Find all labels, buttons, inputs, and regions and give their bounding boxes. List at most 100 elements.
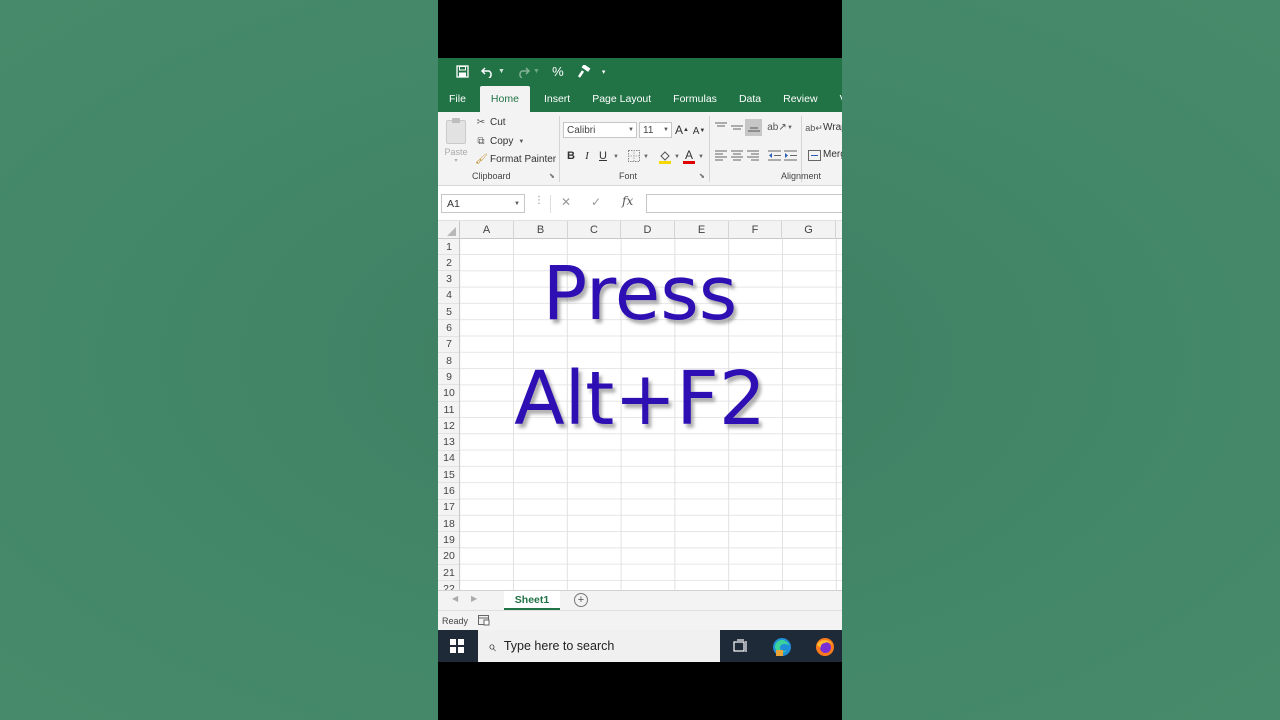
taskbar-search-box[interactable]: ⌕ Type here to search bbox=[478, 630, 720, 662]
status-ready: Ready bbox=[442, 616, 469, 626]
chevron-down-icon[interactable]: ▼ bbox=[612, 149, 620, 165]
undo-dropdown-icon[interactable]: ▼ bbox=[498, 68, 505, 75]
row-header[interactable]: 15 bbox=[438, 467, 459, 484]
chevron-down-icon[interactable]: ▼ bbox=[786, 121, 794, 135]
align-center-icon[interactable] bbox=[730, 148, 744, 162]
dialog-launcher-icon[interactable]: ⬊ bbox=[549, 172, 555, 180]
copy-button[interactable]: ⧉ Copy ▼ bbox=[475, 136, 524, 147]
chevron-down-icon[interactable]: ▼ bbox=[697, 149, 705, 165]
increase-font-size-icon[interactable]: A ▲ bbox=[675, 122, 689, 138]
cut-button[interactable]: ✂ Cut bbox=[475, 117, 506, 128]
format-painter-icon[interactable] bbox=[576, 64, 592, 80]
column-header[interactable]: B bbox=[514, 221, 568, 239]
chevron-down-icon[interactable]: ▼ bbox=[673, 149, 681, 165]
formula-input[interactable] bbox=[646, 194, 842, 213]
copy-label: Copy bbox=[490, 136, 514, 147]
tab-data[interactable]: Data bbox=[728, 86, 772, 112]
phone-frame: ▼ ▼ % ▾ File Home Insert Page Layout For… bbox=[438, 0, 842, 720]
column-header[interactable]: E bbox=[675, 221, 729, 239]
check-icon[interactable]: ✓ bbox=[591, 195, 601, 209]
column-header[interactable]: G bbox=[782, 221, 836, 239]
row-header[interactable]: 14 bbox=[438, 451, 459, 467]
format-painter-button[interactable]: 🖌 Format Painter bbox=[475, 154, 556, 165]
wrap-text-icon[interactable]: ab↵ bbox=[805, 121, 823, 135]
align-middle-icon[interactable] bbox=[730, 120, 744, 134]
accessibility-icon[interactable] bbox=[478, 614, 490, 628]
column-header[interactable]: D bbox=[621, 221, 675, 239]
align-bottom-icon[interactable] bbox=[745, 119, 762, 136]
scroll-right-icon[interactable]: ▶ bbox=[471, 594, 477, 603]
tab-file[interactable]: File bbox=[438, 86, 477, 112]
italic-button[interactable]: I bbox=[580, 148, 594, 164]
ribbon-tabs: File Home Insert Page Layout Formulas Da… bbox=[438, 85, 842, 112]
column-header[interactable]: F bbox=[729, 221, 782, 239]
insert-function-button[interactable]: fx bbox=[622, 194, 633, 208]
font-color-swatch bbox=[683, 160, 695, 164]
alignment-group-label: Alignment bbox=[781, 171, 822, 181]
group-divider bbox=[709, 116, 710, 182]
percent-icon[interactable]: % bbox=[550, 64, 566, 80]
more-options-icon[interactable]: ⋮ bbox=[534, 195, 544, 206]
decrease-indent-icon[interactable] bbox=[767, 148, 781, 162]
font-name-value: Calibri bbox=[567, 124, 596, 136]
brush-icon: 🖌 bbox=[475, 154, 488, 165]
name-box[interactable]: A1 ▼ bbox=[441, 194, 525, 213]
font-size-dropdown[interactable]: 11 ▼ bbox=[639, 122, 672, 138]
tab-review[interactable]: Review bbox=[772, 86, 828, 112]
row-header[interactable]: 7 bbox=[438, 337, 459, 353]
redo-dropdown-icon[interactable]: ▼ bbox=[533, 68, 540, 75]
row-header[interactable]: 19 bbox=[438, 532, 459, 549]
scroll-left-icon[interactable]: ◀ bbox=[452, 594, 458, 603]
redo-icon[interactable] bbox=[515, 64, 531, 80]
task-view-icon[interactable] bbox=[732, 637, 750, 655]
tab-view[interactable]: Vie bbox=[829, 86, 842, 112]
align-right-icon[interactable] bbox=[746, 148, 760, 162]
sheet-tab-bar: ◀ ▶ Sheet1 + bbox=[438, 590, 842, 610]
column-header[interactable]: A bbox=[460, 221, 514, 239]
undo-icon[interactable] bbox=[480, 64, 496, 80]
formula-divider bbox=[550, 195, 551, 213]
customize-icon[interactable]: ▾ bbox=[602, 68, 606, 76]
paste-label: Paste bbox=[444, 147, 468, 157]
sheet-tab-sheet1[interactable]: Sheet1 bbox=[504, 591, 560, 610]
search-icon: ⌕ bbox=[488, 637, 496, 654]
merge-icon[interactable] bbox=[807, 148, 821, 162]
row-header[interactable]: 17 bbox=[438, 500, 459, 516]
cancel-icon[interactable]: ✕ bbox=[561, 195, 571, 209]
column-headers: A B C D E F G bbox=[438, 221, 842, 239]
align-top-icon[interactable] bbox=[714, 120, 728, 134]
save-icon[interactable] bbox=[454, 64, 470, 80]
paste-button[interactable]: Paste ▾ bbox=[444, 118, 468, 168]
row-header[interactable]: 16 bbox=[438, 484, 459, 500]
tab-insert[interactable]: Insert bbox=[533, 86, 581, 112]
row-header[interactable]: 20 bbox=[438, 549, 459, 565]
row-header[interactable]: 18 bbox=[438, 516, 459, 533]
column-header[interactable]: C bbox=[568, 221, 621, 239]
increase-indent-icon[interactable] bbox=[783, 148, 797, 162]
dialog-launcher-icon[interactable]: ⬊ bbox=[699, 172, 705, 180]
search-placeholder: Type here to search bbox=[503, 639, 615, 653]
bold-button[interactable]: B bbox=[564, 148, 578, 164]
chevron-down-icon[interactable]: ▼ bbox=[642, 149, 650, 165]
tab-home[interactable]: Home bbox=[479, 86, 530, 112]
decrease-font-size-icon[interactable]: A ▼ bbox=[692, 123, 706, 139]
font-color-button[interactable]: A bbox=[682, 147, 696, 165]
tab-formulas[interactable]: Formulas bbox=[662, 86, 728, 112]
row-header[interactable]: 21 bbox=[438, 565, 459, 581]
borders-icon[interactable] bbox=[627, 149, 641, 163]
underline-button[interactable]: U bbox=[596, 148, 610, 164]
wrap-text-label[interactable]: Wrap bbox=[823, 122, 842, 133]
clipboard-group-label: Clipboard bbox=[472, 171, 511, 181]
tab-page-layout[interactable]: Page Layout bbox=[581, 86, 662, 112]
firefox-browser-icon[interactable] bbox=[815, 637, 834, 656]
edge-browser-icon[interactable] bbox=[772, 637, 791, 656]
align-left-icon[interactable] bbox=[714, 148, 728, 162]
merge-label[interactable]: Merg bbox=[823, 149, 842, 160]
font-size-value: 11 bbox=[643, 124, 654, 136]
fill-color-icon[interactable] bbox=[658, 148, 672, 164]
windows-start-icon[interactable] bbox=[450, 639, 464, 653]
select-all-button[interactable] bbox=[438, 221, 460, 239]
font-name-dropdown[interactable]: Calibri ▼ bbox=[563, 122, 637, 138]
add-sheet-button[interactable]: + bbox=[574, 593, 588, 607]
orientation-icon[interactable]: ab↗ bbox=[767, 119, 787, 135]
